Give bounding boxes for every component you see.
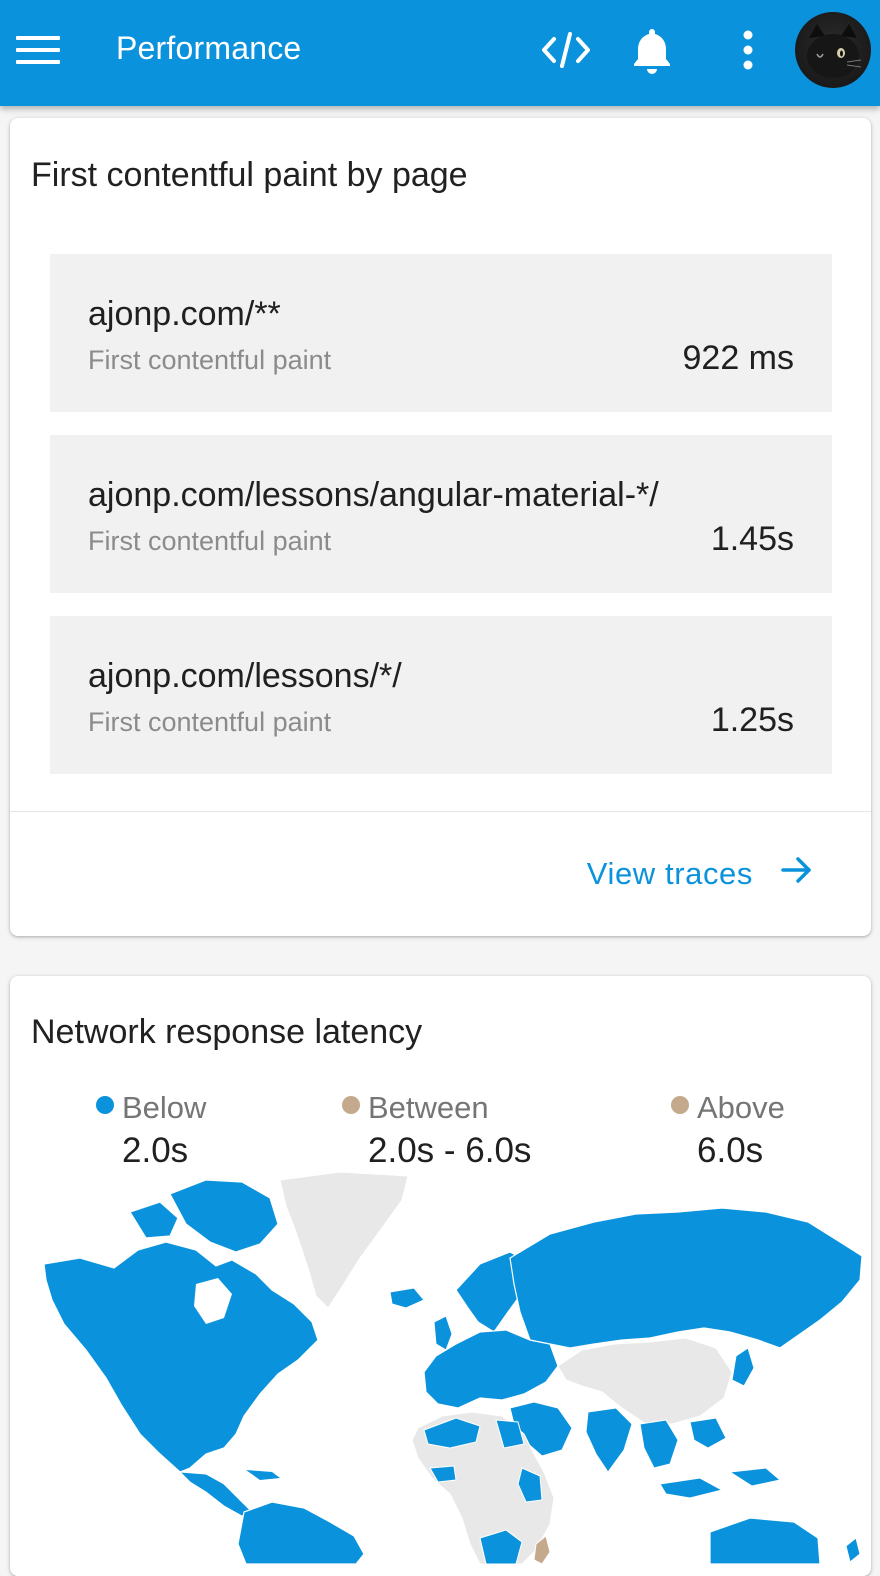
metric-label: First contentful paint: [88, 707, 332, 737]
map-region-iceland: [389, 1287, 425, 1309]
world-map[interactable]: [10, 1172, 870, 1564]
metric-label: First contentful paint: [88, 526, 332, 556]
map-region-japan: [731, 1347, 755, 1387]
map-region-arctic-islands: [169, 1179, 279, 1253]
map-region-arctic-islands-2: [129, 1201, 179, 1239]
legend-item-between: Between 2.0s - 6.0s: [342, 1088, 531, 1174]
legend-item-above: Above 6.0s: [671, 1088, 785, 1174]
map-region-china: [557, 1337, 733, 1425]
metric-value: 922 ms: [682, 339, 795, 377]
page-url: ajonp.com/lessons/*/: [88, 657, 402, 695]
app-bar: Performance: [0, 0, 880, 106]
view-traces-button[interactable]: View traces: [587, 848, 815, 900]
fcp-card: First contentful paint by page ajonp.com…: [10, 118, 871, 936]
map-region-central-america: [178, 1471, 251, 1517]
legend-value: 2.0s: [122, 1131, 189, 1170]
legend-dot: [342, 1096, 360, 1114]
legend-dot: [671, 1096, 689, 1114]
map-region-greenland: [279, 1172, 409, 1309]
legend-label: Below: [122, 1090, 207, 1125]
map-region-australia: [709, 1517, 821, 1564]
legend-label: Above: [697, 1090, 785, 1125]
map-region-southeast-asia: [639, 1419, 679, 1469]
legend-dot: [96, 1096, 114, 1114]
map-region-uk: [433, 1315, 453, 1351]
card-divider: [10, 811, 871, 812]
avatar[interactable]: [795, 12, 871, 88]
more-vert-icon[interactable]: [720, 22, 776, 78]
bell-icon[interactable]: [624, 22, 680, 78]
list-item[interactable]: ajonp.com/lessons/angular-material-*/ Fi…: [50, 435, 832, 593]
legend-value: 6.0s: [697, 1131, 764, 1170]
metric-label: First contentful paint: [88, 345, 332, 375]
menu-icon[interactable]: [14, 26, 64, 74]
page-title: Performance: [116, 30, 302, 66]
code-icon[interactable]: [538, 22, 594, 78]
legend-item-below: Below 2.0s: [96, 1088, 206, 1174]
list-item[interactable]: ajonp.com/lessons/*/ First contentful pa…: [50, 616, 832, 774]
map-region-south-america: [237, 1501, 365, 1564]
legend-value: 2.0s - 6.0s: [368, 1131, 532, 1170]
fcp-card-title: First contentful paint by page: [31, 156, 468, 194]
page-url: ajonp.com/lessons/angular-material-*/: [88, 476, 659, 514]
metric-value: 1.25s: [710, 701, 794, 739]
view-traces-label: View traces: [586, 856, 753, 891]
map-region-russia: [509, 1207, 863, 1349]
list-item[interactable]: ajonp.com/** First contentful paint 922 …: [50, 254, 832, 412]
page-url: ajonp.com/**: [88, 295, 281, 333]
map-region-new-zealand: [845, 1537, 861, 1563]
map-region-north-america: [43, 1241, 319, 1473]
map-region-indonesia: [659, 1477, 724, 1499]
latency-card-title: Network response latency: [31, 1013, 423, 1051]
legend-label: Between: [368, 1090, 489, 1125]
map-region-india: [585, 1407, 633, 1473]
arrow-right-icon: [779, 852, 815, 896]
latency-card: Network response latency Below 2.0s Betw…: [10, 976, 871, 1576]
metric-value: 1.45s: [710, 520, 794, 558]
